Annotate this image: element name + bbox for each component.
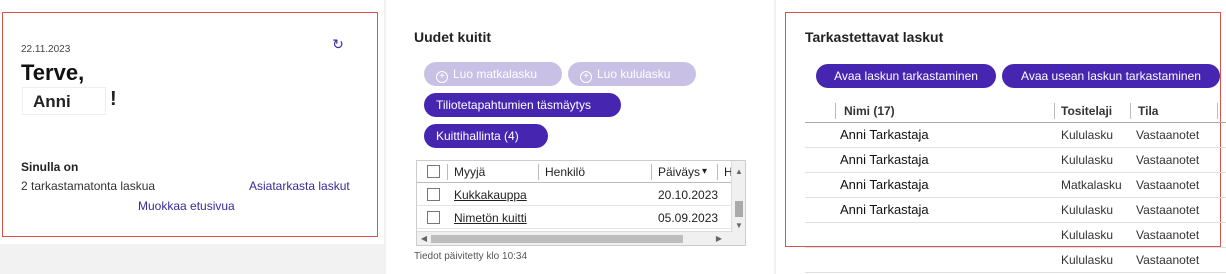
status-cell: Vastaanotet [1136, 203, 1200, 217]
review-title: Tarkastettavat laskut [805, 29, 944, 45]
column-seller[interactable]: Myyjä [448, 161, 538, 183]
create-expense-invoice-button[interactable]: + Luo kululasku [568, 62, 696, 86]
sort-desc-icon[interactable]: ▾ [700, 161, 714, 183]
vertical-scrollbar[interactable]: ▲ ▼ [731, 161, 745, 245]
review-panel: Tarkastettavat laskut Avaa laskun tarkas… [776, 0, 1226, 274]
name-cell: Anni Tarkastaja [840, 202, 929, 217]
seller-link[interactable]: Nimetön kuitti [448, 207, 538, 229]
scroll-up-icon[interactable]: ▲ [733, 165, 745, 179]
type-cell: Kululasku [1061, 203, 1114, 217]
type-cell: Kululasku [1061, 128, 1114, 142]
column-divider [1130, 103, 1131, 119]
status-cell: Vastaanotet [1136, 128, 1200, 142]
user-name: Anni [22, 87, 106, 115]
name-cell: Anni Tarkastaja [840, 152, 929, 167]
table-row[interactable]: Kululasku Vastaanotet [805, 223, 1226, 248]
open-multiple-review-button[interactable]: Avaa usean laskun tarkastaminen [1002, 64, 1220, 88]
scroll-down-icon[interactable]: ▼ [733, 219, 745, 233]
receipts-panel: Uudet kuitit + Luo matkalasku + Luo kulula… [386, 0, 774, 274]
current-date: 22.11.2023 [21, 44, 71, 55]
create-expense-invoice-label: Luo kululasku [597, 67, 671, 81]
open-invoice-review-button[interactable]: Avaa laskun tarkastaminen [816, 64, 996, 88]
receipt-management-button[interactable]: Kuittihallinta (4) [424, 124, 548, 148]
status-cell: Vastaanotet [1136, 153, 1200, 167]
select-all-checkbox[interactable] [427, 165, 440, 178]
column-date[interactable]: Päiväys [652, 161, 704, 183]
type-cell: Kululasku [1061, 228, 1114, 242]
receipts-title: Uudet kuitit [414, 29, 491, 45]
date-cell: 20.10.2023 [658, 188, 719, 202]
status-cell: Vastaanotet [1136, 178, 1200, 192]
bank-matching-button[interactable]: Tiliotetapahtumien täsmäytys [424, 93, 621, 117]
column-status[interactable]: Tila [1138, 99, 1158, 123]
column-name[interactable]: Nimi (17) [844, 99, 895, 123]
table-row[interactable]: Anni Tarkastaja Matkalasku Vastaanotet [805, 173, 1226, 198]
person-cell [539, 207, 649, 229]
you-have-label: Sinulla on [21, 160, 79, 174]
column-type[interactable]: Tositelaji [1061, 99, 1112, 123]
seller-link[interactable]: Kukkakauppa [448, 184, 538, 206]
table-row[interactable]: Anni Tarkastaja Kululasku Vastaanotet [805, 198, 1226, 223]
edit-homepage-link[interactable]: Muokkaa etusivua [138, 199, 235, 213]
vertical-scroll-thumb[interactable] [735, 201, 743, 217]
last-updated-text: Tiedot päivitetty klo 10:34 [414, 251, 528, 262]
person-cell [539, 184, 649, 206]
table-row[interactable]: Kukkakauppa 20.10.2023 [417, 184, 733, 206]
receipts-table: Myyjä Henkilö Päiväys ▾ Hin Kukkakauppa … [416, 160, 746, 246]
column-divider [1217, 103, 1218, 119]
status-cell: Vastaanotet [1136, 253, 1200, 267]
plus-icon: + [580, 71, 592, 83]
check-invoices-link[interactable]: Asiatarkasta laskut [249, 179, 350, 193]
create-travel-invoice-label: Luo matkalasku [453, 67, 538, 81]
date-cell: 05.09.2023 [658, 211, 719, 225]
create-travel-invoice-button[interactable]: + Luo matkalasku [424, 62, 562, 86]
column-person[interactable]: Henkilö [539, 161, 649, 183]
review-table-header: Nimi (17) Tositelaji Tila [805, 99, 1226, 123]
row-checkbox[interactable] [427, 211, 440, 224]
name-cell: Anni Tarkastaja [840, 127, 929, 142]
type-cell: Kululasku [1061, 153, 1114, 167]
horizontal-scrollbar[interactable]: ◀ ▶ [417, 231, 733, 245]
column-divider [835, 103, 836, 119]
column-divider [1054, 103, 1055, 119]
welcome-panel: 22.11.2023 ↻ Terve, Anni ! Sinulla on 2 … [0, 0, 384, 244]
type-cell: Kululasku [1061, 253, 1114, 267]
plus-icon: + [436, 71, 448, 83]
table-row[interactable]: Anni Tarkastaja Kululasku Vastaanotet [805, 148, 1226, 173]
greeting-exclamation: ! [110, 88, 117, 110]
review-table: Nimi (17) Tositelaji Tila Anni Tarkastaj… [805, 99, 1226, 274]
status-cell: Vastaanotet [1136, 228, 1200, 242]
horizontal-scroll-thumb[interactable] [431, 235, 683, 243]
table-row[interactable]: Nimetön kuitti 05.09.2023 [417, 207, 733, 229]
type-cell: Matkalasku [1061, 178, 1122, 192]
unchecked-count: 2 tarkastamatonta laskua [21, 179, 156, 193]
scroll-left-icon[interactable]: ◀ [418, 232, 430, 245]
table-row[interactable]: Anni Tarkastaja Kululasku Vastaanotet [805, 123, 1226, 148]
table-row[interactable]: Kululasku Vastaanotet [805, 248, 1226, 273]
greeting: Terve, [21, 60, 85, 85]
refresh-icon[interactable]: ↻ [330, 36, 346, 52]
row-checkbox[interactable] [427, 188, 440, 201]
scroll-right-icon[interactable]: ▶ [713, 232, 725, 245]
name-cell: Anni Tarkastaja [840, 177, 929, 192]
receipts-table-header: Myyjä Henkilö Päiväys ▾ Hin [417, 161, 745, 183]
